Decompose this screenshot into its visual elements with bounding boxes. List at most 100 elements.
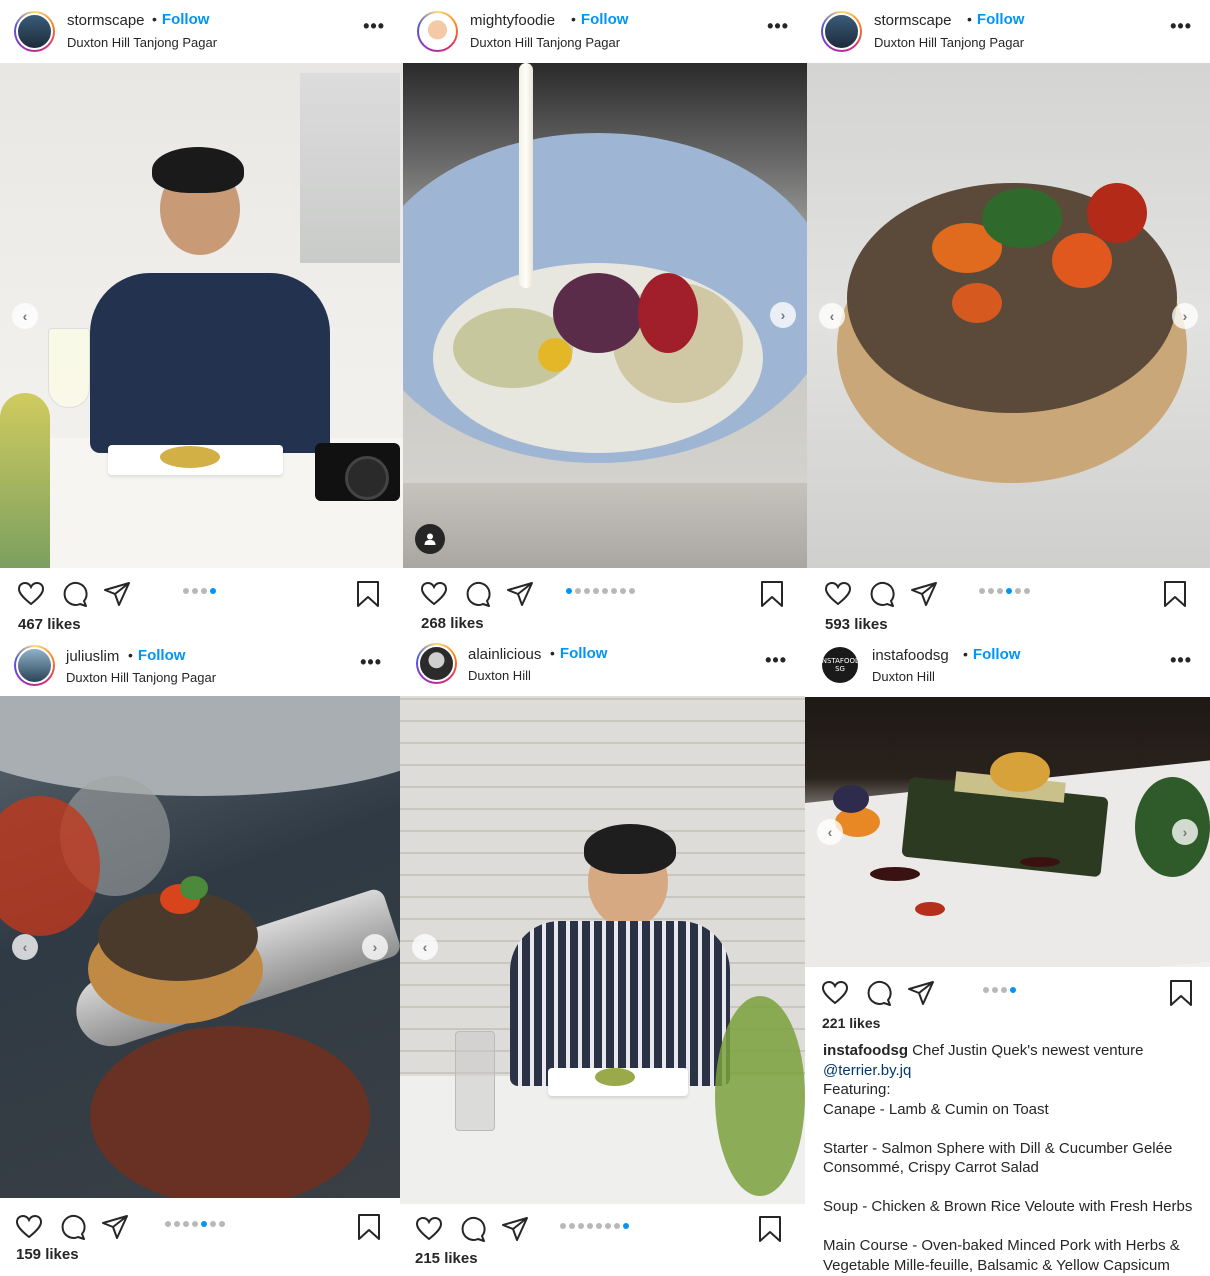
comment-icon[interactable] — [866, 579, 896, 609]
carousel-indicator — [979, 588, 1030, 594]
location-link[interactable]: Duxton Hill — [872, 669, 935, 684]
paper-plane-icon[interactable] — [505, 579, 535, 609]
paper-plane-icon[interactable] — [102, 579, 132, 609]
bookmark-icon[interactable] — [757, 579, 787, 609]
more-options-icon[interactable]: ••• — [1170, 16, 1192, 37]
action-bar — [805, 972, 1210, 1012]
chevron-left-icon[interactable]: ‹ — [412, 934, 438, 960]
post-photo[interactable]: ‹ — [0, 63, 403, 568]
follow-button[interactable]: Follow — [973, 646, 1021, 663]
chevron-left-icon[interactable]: ‹ — [819, 303, 845, 329]
more-options-icon[interactable]: ••• — [360, 652, 382, 673]
caption-line: Main Course - Oven-baked Minced Pork wit… — [823, 1237, 1180, 1274]
more-options-icon[interactable]: ••• — [1170, 650, 1192, 671]
location-link[interactable]: Duxton Hill Tanjong Pagar — [67, 35, 217, 50]
more-options-icon[interactable]: ••• — [765, 650, 787, 671]
post-photo[interactable]: › — [403, 63, 807, 568]
location-link[interactable]: Duxton Hill Tanjong Pagar — [66, 670, 216, 685]
bookmark-icon[interactable] — [353, 579, 383, 609]
chevron-right-icon[interactable]: › — [1172, 819, 1198, 845]
likes-count[interactable]: 268 likes — [421, 615, 484, 632]
chevron-left-icon[interactable]: ‹ — [12, 934, 38, 960]
caption-mention-link[interactable]: @terrier.by.jq — [823, 1062, 911, 1079]
likes-count[interactable]: 467 likes — [18, 616, 81, 633]
comment-icon[interactable] — [59, 579, 89, 609]
follow-group: • Follow — [967, 11, 1024, 28]
post-header: alainlicious • Follow Duxton Hill ••• — [400, 640, 805, 695]
likes-count[interactable]: 221 likes — [822, 1015, 880, 1031]
chevron-right-icon[interactable]: › — [1172, 303, 1198, 329]
bookmark-icon[interactable] — [755, 1214, 785, 1244]
location-link[interactable]: Duxton Hill Tanjong Pagar — [874, 35, 1024, 50]
action-bar — [403, 573, 807, 613]
bookmark-icon[interactable] — [354, 1212, 384, 1242]
follow-button[interactable]: Follow — [560, 645, 608, 662]
follow-button[interactable]: Follow — [581, 11, 629, 28]
heart-icon[interactable] — [16, 579, 46, 609]
username[interactable]: stormscape — [67, 12, 145, 29]
likes-count[interactable]: 159 likes — [16, 1246, 79, 1263]
comment-icon[interactable] — [57, 1212, 87, 1242]
avatar[interactable] — [416, 643, 457, 684]
comment-icon[interactable] — [457, 1214, 487, 1244]
post-header: mightyfoodie • Follow Duxton Hill Tanjong… — [403, 0, 807, 63]
paper-plane-icon[interactable] — [500, 1214, 530, 1244]
separator-dot: • — [963, 646, 968, 662]
heart-icon[interactable] — [823, 579, 853, 609]
bookmark-icon[interactable] — [1166, 978, 1196, 1008]
chevron-left-icon[interactable]: ‹ — [12, 303, 38, 329]
separator-dot: • — [550, 645, 555, 661]
follow-group: • Follow — [963, 646, 1020, 663]
separator-dot: • — [967, 11, 972, 27]
post-photo[interactable]: ‹ › — [807, 63, 1210, 568]
username[interactable]: alainlicious — [468, 646, 541, 663]
post-header: INSTAFOOD SG instafoodsg • Follow Duxton … — [805, 640, 1210, 699]
post-photo[interactable]: ‹ › — [0, 696, 400, 1198]
username[interactable]: stormscape — [874, 12, 952, 29]
paper-plane-icon[interactable] — [906, 978, 936, 1008]
username[interactable]: juliuslim — [66, 648, 119, 665]
comment-icon[interactable] — [863, 978, 893, 1008]
follow-button[interactable]: Follow — [162, 11, 210, 28]
post-card: stormscape • Follow Duxton Hill Tanjong P… — [807, 0, 1210, 640]
carousel-indicator — [566, 588, 635, 594]
avatar[interactable] — [417, 11, 458, 52]
avatar[interactable] — [14, 11, 55, 52]
username[interactable]: mightyfoodie — [470, 12, 555, 29]
caption-line: Starter - Salmon Sphere with Dill & Cucu… — [823, 1139, 1173, 1177]
paper-plane-icon[interactable] — [909, 579, 939, 609]
caption-username[interactable]: instafoodsg — [823, 1042, 908, 1059]
action-bar — [0, 1206, 400, 1246]
avatar[interactable] — [821, 11, 862, 52]
follow-group: • Follow — [128, 647, 185, 664]
chevron-right-icon[interactable]: › — [770, 302, 796, 328]
post-header: stormscape • Follow Duxton Hill Tanjong P… — [0, 0, 403, 63]
likes-count[interactable]: 215 likes — [415, 1250, 478, 1267]
bookmark-icon[interactable] — [1160, 579, 1190, 609]
heart-icon[interactable] — [414, 1214, 444, 1244]
likes-count[interactable]: 593 likes — [825, 616, 888, 633]
follow-button[interactable]: Follow — [977, 11, 1025, 28]
location-link[interactable]: Duxton Hill Tanjong Pagar — [470, 35, 620, 50]
separator-dot: • — [571, 11, 576, 27]
username[interactable]: instafoodsg — [872, 647, 949, 664]
heart-icon[interactable] — [14, 1212, 44, 1242]
chevron-right-icon[interactable]: › — [362, 934, 388, 960]
avatar[interactable] — [14, 645, 55, 686]
user-tag-icon[interactable] — [415, 524, 445, 554]
post-photo[interactable]: ‹ — [400, 696, 805, 1204]
heart-icon[interactable] — [419, 579, 449, 609]
caption-text: Chef Justin Quek's newest venture — [912, 1042, 1144, 1059]
follow-button[interactable]: Follow — [138, 647, 186, 664]
caption-line — [823, 1119, 1203, 1139]
more-options-icon[interactable]: ••• — [363, 16, 385, 37]
post-card: mightyfoodie • Follow Duxton Hill Tanjong… — [403, 0, 807, 640]
location-link[interactable]: Duxton Hill — [468, 668, 531, 683]
more-options-icon[interactable]: ••• — [767, 16, 789, 37]
avatar[interactable]: INSTAFOOD SG — [822, 647, 858, 683]
paper-plane-icon[interactable] — [100, 1212, 130, 1242]
comment-icon[interactable] — [462, 579, 492, 609]
chevron-left-icon[interactable]: ‹ — [817, 819, 843, 845]
heart-icon[interactable] — [820, 978, 850, 1008]
post-photo[interactable]: ‹ › — [805, 697, 1210, 967]
